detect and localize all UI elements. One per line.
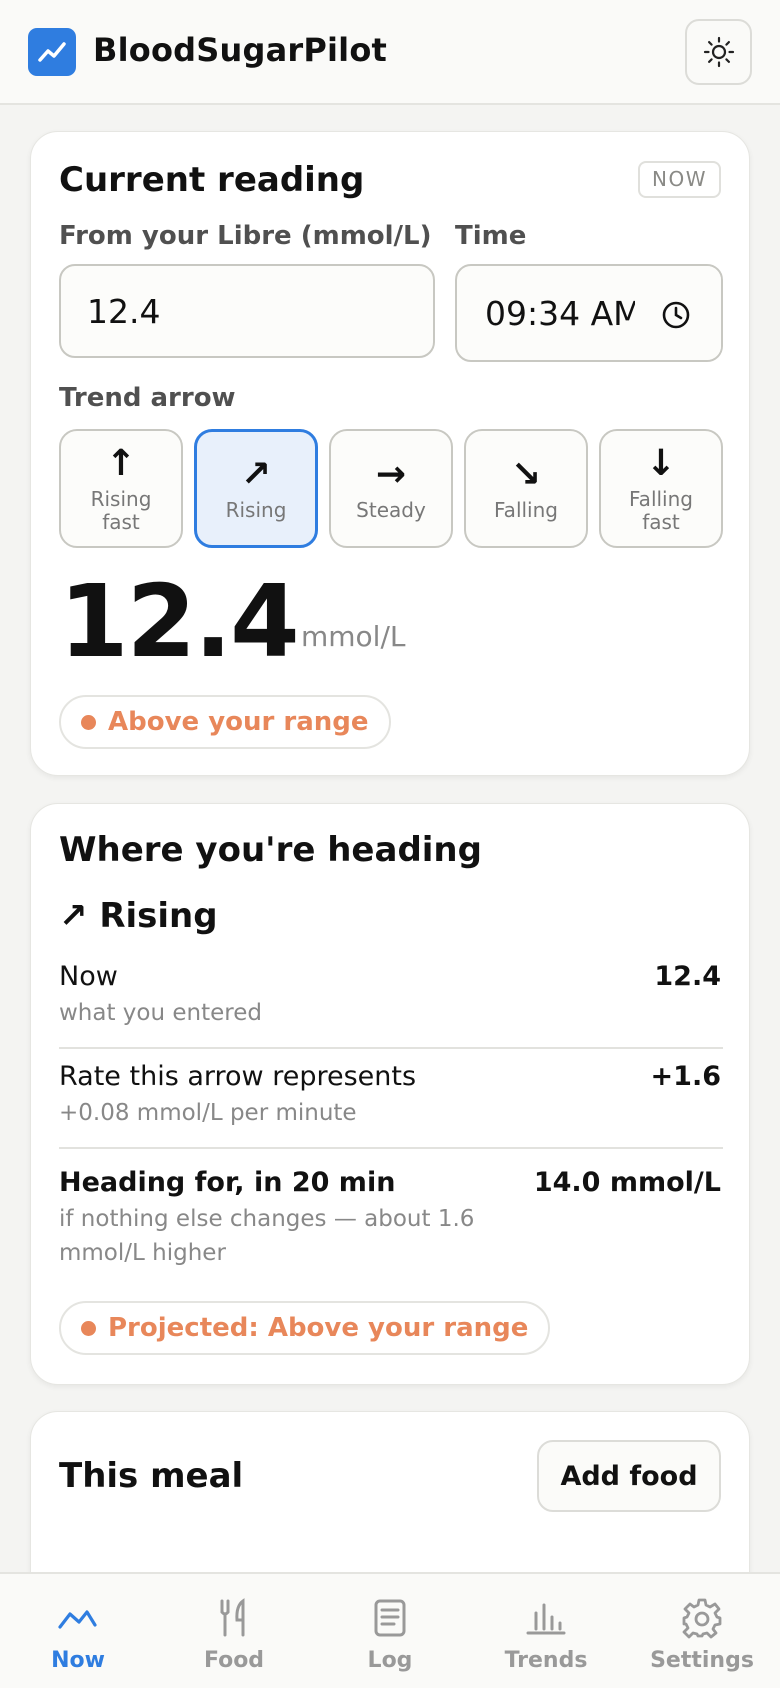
now-badge: NOW [638, 161, 721, 198]
sun-icon [703, 36, 734, 68]
gear-icon [681, 1596, 723, 1640]
reading-display-unit: mmol/L [301, 620, 406, 653]
nav-tab-food[interactable]: Food [156, 1574, 312, 1688]
status-dot-icon [81, 1320, 96, 1336]
trend-option-steady[interactable]: → Steady [329, 429, 453, 548]
bottom-nav: Now Food Log Trends Settings [0, 1572, 780, 1688]
trend-option-label: Falling [494, 498, 558, 522]
trend-arrow-label: Trend arrow [59, 383, 236, 413]
time-field-label: Time [455, 221, 527, 251]
bar-chart-icon [525, 1596, 567, 1640]
nav-label: Trends [504, 1648, 588, 1673]
nav-tab-trends[interactable]: Trends [468, 1574, 624, 1688]
time-input-value: 09:34 AM [485, 293, 642, 333]
projected-status-text: Projected: Above your range [108, 1313, 529, 1343]
trend-option-label: Steady [356, 498, 426, 522]
arrow-right-icon: → [375, 454, 407, 495]
meal-title: This meal [59, 1456, 244, 1496]
nav-tab-settings[interactable]: Settings [624, 1574, 780, 1688]
app-root: BloodSugarPilot Current reading NOW From… [0, 0, 780, 1688]
arrow-down-right-icon: ↘ [510, 454, 542, 495]
current-reading-card: Current reading NOW From your Libre (mmo… [30, 131, 750, 776]
projection-title: Where you're heading [59, 830, 482, 870]
now-row-label: Now [59, 961, 118, 992]
rate-row-sub: +0.08 mmol/L per minute [59, 1100, 357, 1126]
trend-line-icon [57, 1596, 99, 1640]
nav-label: Food [203, 1648, 265, 1673]
range-status-text: Above your range [108, 707, 369, 737]
arrow-up-right-icon: ↗ [240, 454, 272, 495]
row-divider [59, 1047, 723, 1049]
nav-tab-now[interactable]: Now [0, 1574, 156, 1688]
reading-field-label: From your Libre (mmol/L) [59, 221, 432, 251]
projection-row-label: Heading for, in 20 min [59, 1167, 396, 1198]
projection-card: Where you're heading ↗ Rising Now 12.4 w… [30, 803, 750, 1385]
nav-tab-log[interactable]: Log [312, 1574, 468, 1688]
arrow-up-icon: ↑ [105, 442, 137, 484]
trend-option-falling-fast[interactable]: ↓ Falling fast [599, 429, 723, 548]
app-title: BloodSugarPilot [93, 31, 388, 69]
range-status-badge: Above your range [59, 695, 391, 749]
rate-row-label: Rate this arrow represents [59, 1061, 417, 1092]
nav-label: Log [367, 1648, 413, 1673]
trend-option-label: Rising [225, 498, 287, 522]
status-dot-icon [81, 714, 96, 730]
reading-input-value: 12.4 [87, 291, 161, 331]
now-row-value: 12.4 [654, 961, 721, 992]
trend-option-rising-fast[interactable]: ↑ Rising fast [59, 429, 183, 548]
row-divider [59, 1147, 723, 1149]
time-input[interactable]: 09:34 AM [455, 264, 723, 362]
projection-direction: ↗ Rising [59, 896, 218, 936]
current-reading-title: Current reading [59, 160, 365, 200]
projection-row-value: 14.0 mmol/L [533, 1167, 721, 1198]
document-icon [373, 1596, 407, 1640]
projection-row-sub: if nothing else changes — about 1.6 mmol… [59, 1206, 475, 1266]
trend-option-rising[interactable]: ↗ Rising [194, 429, 318, 548]
nav-label: Now [51, 1648, 105, 1673]
rate-row-value: +1.6 [650, 1061, 721, 1092]
trend-option-falling[interactable]: ↘ Falling [464, 429, 588, 548]
app-header: BloodSugarPilot [0, 0, 780, 105]
clock-icon[interactable] [661, 300, 691, 330]
now-row-sub: what you entered [59, 1000, 262, 1026]
nav-label: Settings [650, 1648, 754, 1673]
fork-knife-icon [217, 1596, 251, 1640]
arrow-down-icon: ↓ [645, 442, 677, 484]
add-food-button[interactable]: Add food [537, 1440, 721, 1512]
trend-option-label: Rising fast [90, 486, 152, 534]
reading-display-value: 12.4 [59, 563, 300, 680]
trend-option-label: Falling fast [629, 486, 693, 534]
projected-status-badge: Projected: Above your range [59, 1301, 551, 1355]
app-logo-icon [28, 28, 76, 76]
theme-toggle-button[interactable] [685, 19, 752, 85]
reading-input[interactable]: 12.4 [59, 264, 435, 358]
